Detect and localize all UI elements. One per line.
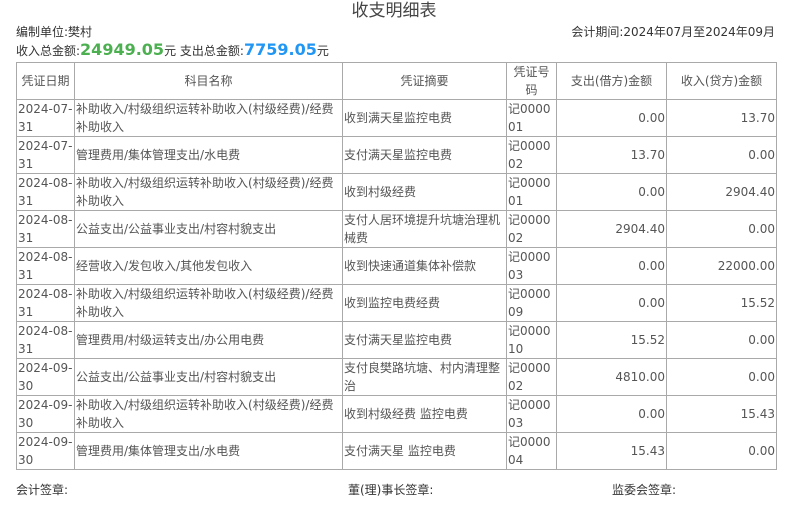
cell-code: 记000004 [506, 432, 557, 470]
income-total-unit: 元 [164, 44, 177, 58]
table-row: 2024-09-30 公益支出/公益事业支出/村容村貌支出 支付良樊路坑塘、村内… [16, 358, 777, 396]
cell-date: 2024-09-30 [16, 358, 75, 396]
cell-debit: 13.70 [556, 136, 667, 174]
cell-code: 记000002 [506, 358, 557, 396]
cell-subject: 补助收入/村级组织运转补助收入(村级经费)/经费补助收入 [74, 284, 343, 322]
cell-debit: 0.00 [556, 247, 667, 285]
cell-summary: 收到监控电费经费 [342, 284, 507, 322]
table-row: 2024-08-31 管理费用/村级运转支出/办公用电费 支付满天星监控电费 记… [16, 321, 777, 359]
cell-date: 2024-09-30 [16, 432, 75, 470]
ledger-table: 凭证日期 科目名称 凭证摘要 凭证号码 支出(借方)金额 收入(贷方)金额 20… [16, 62, 777, 470]
cell-credit: 0.00 [666, 358, 777, 396]
income-total-label: 收入总金额: [16, 44, 81, 58]
unit-label: 编制单位: [16, 25, 69, 39]
cell-credit: 15.52 [666, 284, 777, 322]
cell-debit: 0.00 [556, 99, 667, 137]
cell-summary: 收到村级经费 监控电费 [342, 395, 507, 433]
table-row: 2024-08-31 经营收入/发包收入/其他发包收入 收到快速通道集体补偿款 … [16, 247, 777, 285]
cell-subject: 补助收入/村级组织运转补助收入(村级经费)/经费补助收入 [74, 395, 343, 433]
cell-credit: 0.00 [666, 432, 777, 470]
cell-subject: 公益支出/公益事业支出/村容村貌支出 [74, 358, 343, 396]
cell-credit: 13.70 [666, 99, 777, 137]
cell-subject: 管理费用/集体管理支出/水电费 [74, 136, 343, 174]
cell-debit: 15.43 [556, 432, 667, 470]
cell-debit: 2904.40 [556, 210, 667, 248]
column-header-date: 凭证日期 [16, 62, 75, 100]
table-row: 2024-09-30 管理费用/集体管理支出/水电费 支付满天星 监控电费 记0… [16, 432, 777, 470]
expense-total-label: 支出总金额: [179, 44, 244, 58]
cell-date: 2024-07-31 [16, 99, 75, 137]
cell-subject: 管理费用/集体管理支出/水电费 [74, 432, 343, 470]
cell-code: 记000010 [506, 321, 557, 359]
cell-credit: 0.00 [666, 136, 777, 174]
accountant-signature-label: 会计签章: [16, 483, 69, 497]
cell-code: 记000001 [506, 173, 557, 211]
cell-debit: 0.00 [556, 395, 667, 433]
cell-credit: 0.00 [666, 321, 777, 359]
page-title: 收支明细表 [351, 1, 437, 21]
table-row: 2024-08-31 补助收入/村级组织运转补助收入(村级经费)/经费补助收入 … [16, 284, 777, 322]
director-signature-label: 董(理)事长签章: [348, 483, 434, 497]
cell-code: 记000003 [506, 247, 557, 285]
period-start: 2024年07月 [623, 25, 694, 39]
cell-date: 2024-08-31 [16, 284, 75, 322]
cell-summary: 支付人居环境提升坑塘治理机械费 [342, 210, 507, 248]
expense-total-unit: 元 [316, 44, 329, 58]
column-header-credit: 收入(贷方)金额 [666, 62, 777, 100]
period-label: 会计期间: [571, 25, 624, 39]
table-row: 2024-08-31 公益支出/公益事业支出/村容村貌支出 支付人居环境提升坑塘… [16, 210, 777, 248]
cell-subject: 公益支出/公益事业支出/村容村貌支出 [74, 210, 343, 248]
cell-debit: 15.52 [556, 321, 667, 359]
unit-info: 编制单位:樊村 [16, 24, 92, 40]
cell-date: 2024-08-31 [16, 247, 75, 285]
column-header-subject: 科目名称 [74, 62, 343, 100]
cell-date: 2024-08-31 [16, 321, 75, 359]
cell-code: 记000001 [506, 99, 557, 137]
cell-summary: 支付满天星监控电费 [342, 321, 507, 359]
table-row: 2024-07-31 管理费用/集体管理支出/水电费 支付满天星监控电费 记00… [16, 136, 777, 174]
table-row: 2024-07-31 补助收入/村级组织运转补助收入(村级经费)/经费补助收入 … [16, 99, 777, 137]
cell-date: 2024-08-31 [16, 173, 75, 211]
cell-summary: 支付良樊路坑塘、村内清理整治 [342, 358, 507, 396]
cell-summary: 收到村级经费 [342, 173, 507, 211]
cell-subject: 补助收入/村级组织运转补助收入(村级经费)/经费补助收入 [74, 173, 343, 211]
cell-code: 记000002 [506, 136, 557, 174]
column-header-debit: 支出(借方)金额 [556, 62, 667, 100]
cell-debit: 0.00 [556, 173, 667, 211]
period-info: 会计期间:2024年07月至2024年09月 [571, 24, 775, 40]
period-to: 至 [693, 25, 706, 39]
table-row: 2024-08-31 补助收入/村级组织运转补助收入(村级经费)/经费补助收入 … [16, 173, 777, 211]
cell-summary: 收到满天星监控电费 [342, 99, 507, 137]
cell-summary: 收到快速通道集体补偿款 [342, 247, 507, 285]
supervisor-signature-label: 监委会签章: [612, 483, 677, 497]
cell-date: 2024-08-31 [16, 210, 75, 248]
cell-debit: 0.00 [556, 284, 667, 322]
column-header-summary: 凭证摘要 [342, 62, 507, 100]
cell-credit: 0.00 [666, 210, 777, 248]
cell-debit: 4810.00 [556, 358, 667, 396]
cell-code: 记000003 [506, 395, 557, 433]
column-header-code: 凭证号码 [506, 62, 557, 100]
cell-credit: 15.43 [666, 395, 777, 433]
cell-summary: 支付满天星监控电费 [342, 136, 507, 174]
cell-credit: 22000.00 [666, 247, 777, 285]
cell-subject: 管理费用/村级运转支出/办公用电费 [74, 321, 343, 359]
cell-date: 2024-09-30 [16, 395, 75, 433]
period-end: 2024年09月 [705, 25, 775, 39]
cell-code: 记000009 [506, 284, 557, 322]
cell-subject: 经营收入/发包收入/其他发包收入 [74, 247, 343, 285]
cell-date: 2024-07-31 [16, 136, 75, 174]
totals-summary: 收入总金额:24949.05元 支出总金额:7759.05元 [16, 40, 329, 61]
cell-summary: 支付满天星 监控电费 [342, 432, 507, 470]
cell-credit: 2904.40 [666, 173, 777, 211]
cell-subject: 补助收入/村级组织运转补助收入(村级经费)/经费补助收入 [74, 99, 343, 137]
income-total-value: 24949.05 [80, 40, 165, 59]
unit-value: 樊村 [68, 25, 93, 39]
table-header-row: 凭证日期 科目名称 凭证摘要 凭证号码 支出(借方)金额 收入(贷方)金额 [16, 62, 777, 100]
expense-total-value: 7759.05 [243, 40, 317, 59]
table-row: 2024-09-30 补助收入/村级组织运转补助收入(村级经费)/经费补助收入 … [16, 395, 777, 433]
cell-code: 记000002 [506, 210, 557, 248]
